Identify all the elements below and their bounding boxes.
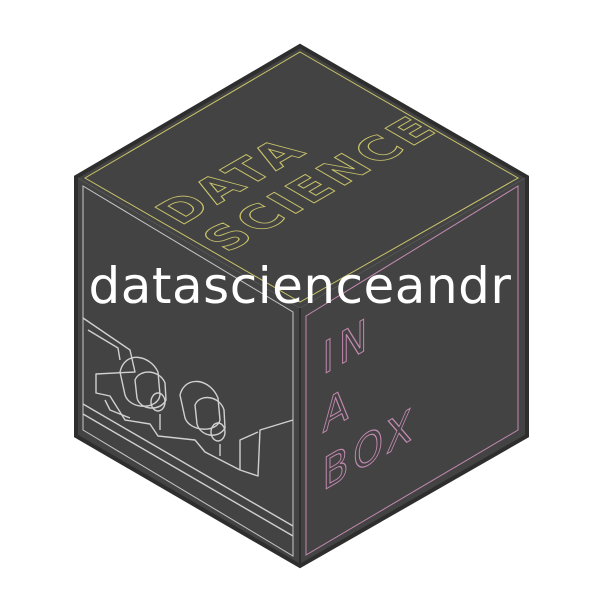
data-science-in-a-box-cube-logo: DATA SCIENCE IN A BOX — [74, 43, 529, 569]
hex-logo-canvas: DATA SCIENCE IN A BOX datascienceandr — [0, 0, 600, 600]
